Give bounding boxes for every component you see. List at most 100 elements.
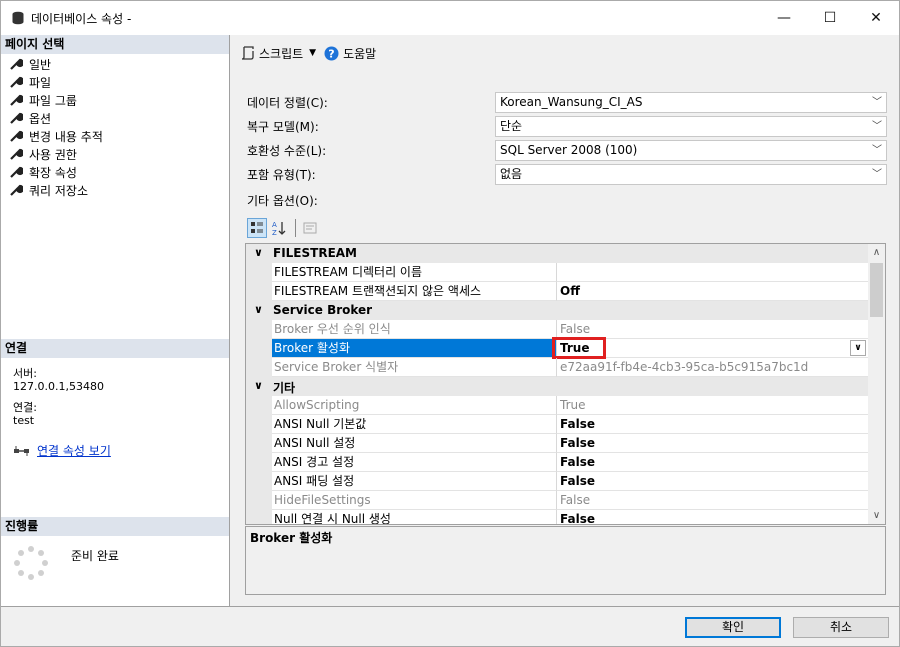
right-panel: 스크립트 ▼ ? 도움말 데이터 정렬(C): Korean_Wansung_C… [231,35,899,606]
property-row-selected[interactable]: Broker 활성화 True ∨ [246,337,868,359]
scroll-thumb[interactable] [870,263,883,317]
page-item-label: 사용 권한 [29,147,77,162]
containment-label: 포함 유형(T): [247,167,316,182]
category-name: FILESTREAM [273,246,357,260]
help-button[interactable]: ? 도움말 [324,45,376,62]
minimize-button[interactable]: — [761,1,807,35]
category-row[interactable]: ∨ Service Broker [246,301,868,320]
chevron-down-icon: ﹀ [872,145,882,156]
recovery-model-value: 단순 [500,119,523,133]
view-connection-properties[interactable]: 연결 속성 보기 [13,442,111,459]
recovery-model-dropdown[interactable]: 단순 ﹀ [495,116,887,137]
compatibility-dropdown[interactable]: SQL Server 2008 (100) ﹀ [495,140,887,161]
property-row[interactable]: Null 연결 시 Null 생성 False [246,510,868,524]
vertical-scrollbar[interactable]: ∧ ∨ [868,244,885,524]
collapse-chevron-icon[interactable]: ∨ [254,246,263,259]
property-name: FILESTREAM 디렉터리 이름 [272,263,557,282]
property-pages-button[interactable] [300,218,320,238]
property-value[interactable]: e72aa91f-fb4e-4cb3-95ca-b5c915a7bc1d [557,358,868,377]
category-name: Service Broker [273,303,373,317]
property-name: ANSI Null 설정 [272,434,557,453]
containment-dropdown[interactable]: 없음 ﹀ [495,164,887,185]
property-name: HideFileSettings [272,491,557,510]
server-label: 서버: [13,367,37,380]
close-button[interactable]: ✕ [853,1,899,35]
page-item-query-store[interactable]: 쿼리 저장소 [1,181,229,199]
svg-text:?: ? [328,47,334,60]
property-row[interactable]: ANSI 패딩 설정 False [246,472,868,491]
category-name: 기타 [273,381,296,395]
property-name: ANSI 경고 설정 [272,453,557,472]
property-value[interactable]: False [557,453,868,472]
svg-text:Z: Z [272,229,277,236]
button-bar: 확인 취소 [1,606,899,646]
collation-label: 데이터 정렬(C): [247,95,328,110]
collation-dropdown[interactable]: Korean_Wansung_CI_AS ﹀ [495,92,887,113]
page-select-header: 페이지 선택 [1,35,229,54]
property-value[interactable] [557,263,868,282]
collapse-chevron-icon[interactable]: ∨ [254,303,263,316]
page-item-extended-properties[interactable]: 확장 속성 [1,163,229,181]
page-item-label: 옵션 [29,111,52,126]
view-connection-properties-link[interactable]: 연결 속성 보기 [37,442,111,459]
connection-info: 서버: 127.0.0.1,53480 연결: test [13,367,104,427]
cancel-button[interactable]: 취소 [793,617,889,638]
property-value[interactable]: False [557,510,868,524]
description-pane: Broker 활성화 [245,526,886,595]
help-icon: ? [324,46,339,60]
script-icon [241,46,254,60]
alphabetical-button[interactable]: A Z [269,218,289,238]
page-item-options[interactable]: 옵션 [1,109,229,127]
property-row[interactable]: ANSI Null 기본값 False [246,415,868,434]
categorized-icon [251,222,263,233]
window-title: 데이터베이스 속성 - [31,11,132,26]
property-row[interactable]: FILESTREAM 트랜잭션되지 않은 액세스 Off [246,282,868,301]
property-grid: ∨ FILESTREAM FILESTREAM 디렉터리 이름 FILESTRE… [245,243,886,525]
chevron-down-icon: ﹀ [872,97,882,108]
chevron-down-icon: ﹀ [872,169,882,180]
property-row[interactable]: ANSI 경고 설정 False [246,453,868,472]
maximize-button[interactable]: ☐ [807,1,853,35]
property-row[interactable]: FILESTREAM 디렉터리 이름 [246,263,868,282]
connection-label: 연결: [13,401,37,414]
wrench-icon [10,148,23,160]
property-value[interactable]: False [557,434,868,453]
property-value[interactable]: False [557,491,868,510]
property-row[interactable]: ANSI Null 설정 False [246,434,868,453]
scroll-down-icon[interactable]: ∨ [868,507,885,524]
chevron-down-icon[interactable]: ∨ [850,340,866,356]
wrench-icon [10,184,23,196]
property-name: FILESTREAM 트랜잭션되지 않은 액세스 [272,282,557,301]
wrench-icon [10,76,23,88]
page-item-change-tracking[interactable]: 변경 내용 추적 [1,127,229,145]
page-item-label: 변경 내용 추적 [29,129,103,144]
category-row[interactable]: ∨ FILESTREAM [246,244,868,263]
collapse-chevron-icon[interactable]: ∨ [254,379,263,392]
help-label: 도움말 [343,46,377,61]
property-row[interactable]: HideFileSettings False [246,491,868,510]
wrench-icon [10,166,23,178]
scroll-up-icon[interactable]: ∧ [868,244,885,261]
recovery-model-label: 복구 모델(M): [247,119,319,134]
page-item-general[interactable]: 일반 [1,55,229,73]
connection-header: 연결 [1,339,229,358]
collation-value: Korean_Wansung_CI_AS [500,95,643,109]
page-item-files[interactable]: 파일 [1,73,229,91]
connection-icon [14,445,29,456]
category-row[interactable]: ∨ 기타 [246,377,868,396]
property-value[interactable]: Off [557,282,868,301]
page-item-filegroups[interactable]: 파일 그룹 [1,91,229,109]
property-value[interactable]: False [557,472,868,491]
page-item-permissions[interactable]: 사용 권한 [1,145,229,163]
categorized-button[interactable] [247,218,267,238]
page-item-label: 확장 속성 [29,165,77,180]
property-row[interactable]: AllowScripting True [246,396,868,415]
ok-button[interactable]: 확인 [685,617,781,638]
script-button[interactable]: 스크립트 ▼ [241,45,316,62]
server-value: 127.0.0.1,53480 [13,380,104,393]
property-value[interactable]: True [557,396,868,415]
wrench-icon [10,112,23,124]
database-icon [12,11,24,25]
property-row[interactable]: Service Broker 식별자 e72aa91f-fb4e-4cb3-95… [246,358,868,377]
property-value[interactable]: False [557,415,868,434]
